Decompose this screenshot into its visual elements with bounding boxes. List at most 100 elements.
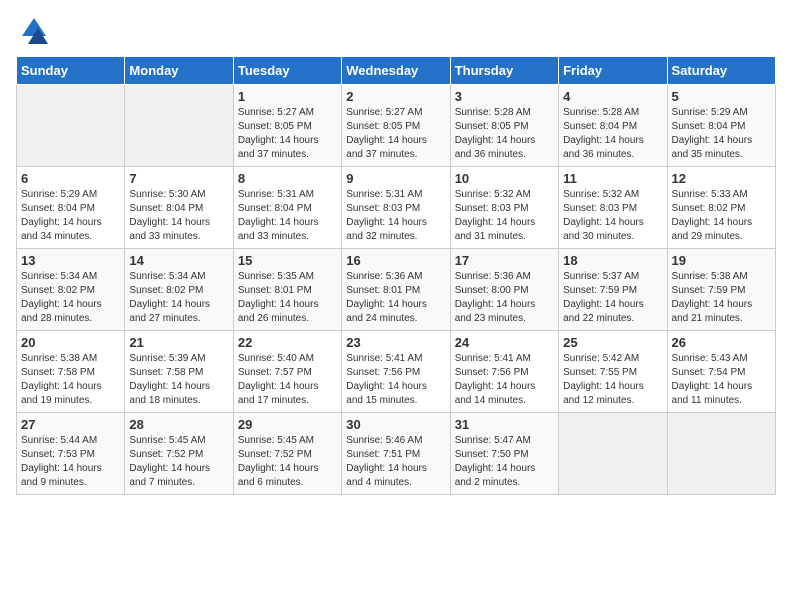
daylight-text: Daylight: 14 hours and 32 minutes. (346, 217, 427, 242)
daylight-text: Daylight: 14 hours and 36 minutes. (563, 135, 644, 160)
sunrise-text: Sunrise: 5:38 AM (21, 353, 97, 364)
calendar-cell: 14 Sunrise: 5:34 AM Sunset: 8:02 PM Dayl… (125, 249, 233, 331)
daylight-text: Daylight: 14 hours and 21 minutes. (672, 299, 753, 324)
day-number: 27 (21, 417, 120, 432)
daylight-text: Daylight: 14 hours and 4 minutes. (346, 463, 427, 488)
calendar-cell: 10 Sunrise: 5:32 AM Sunset: 8:03 PM Dayl… (450, 167, 558, 249)
day-number: 12 (672, 171, 771, 186)
sunrise-text: Sunrise: 5:45 AM (129, 435, 205, 446)
day-info: Sunrise: 5:41 AM Sunset: 7:56 PM Dayligh… (455, 352, 554, 408)
sunrise-text: Sunrise: 5:36 AM (346, 271, 422, 282)
calendar-body: 1 Sunrise: 5:27 AM Sunset: 8:05 PM Dayli… (17, 85, 776, 495)
sunset-text: Sunset: 8:03 PM (455, 203, 529, 214)
day-info: Sunrise: 5:39 AM Sunset: 7:58 PM Dayligh… (129, 352, 228, 408)
day-info: Sunrise: 5:46 AM Sunset: 7:51 PM Dayligh… (346, 434, 445, 490)
calendar-cell (559, 413, 667, 495)
calendar-cell: 4 Sunrise: 5:28 AM Sunset: 8:04 PM Dayli… (559, 85, 667, 167)
logo-icon (20, 16, 48, 44)
sunset-text: Sunset: 8:00 PM (455, 285, 529, 296)
calendar-cell: 3 Sunrise: 5:28 AM Sunset: 8:05 PM Dayli… (450, 85, 558, 167)
sunrise-text: Sunrise: 5:34 AM (21, 271, 97, 282)
sunset-text: Sunset: 8:02 PM (129, 285, 203, 296)
calendar-cell: 16 Sunrise: 5:36 AM Sunset: 8:01 PM Dayl… (342, 249, 450, 331)
sunset-text: Sunset: 7:54 PM (672, 367, 746, 378)
sunrise-text: Sunrise: 5:39 AM (129, 353, 205, 364)
daylight-text: Daylight: 14 hours and 11 minutes. (672, 381, 753, 406)
daylight-text: Daylight: 14 hours and 29 minutes. (672, 217, 753, 242)
calendar-cell: 28 Sunrise: 5:45 AM Sunset: 7:52 PM Dayl… (125, 413, 233, 495)
sunrise-text: Sunrise: 5:42 AM (563, 353, 639, 364)
sunrise-text: Sunrise: 5:47 AM (455, 435, 531, 446)
sunrise-text: Sunrise: 5:41 AM (346, 353, 422, 364)
daylight-text: Daylight: 14 hours and 14 minutes. (455, 381, 536, 406)
daylight-text: Daylight: 14 hours and 12 minutes. (563, 381, 644, 406)
calendar-week-2: 6 Sunrise: 5:29 AM Sunset: 8:04 PM Dayli… (17, 167, 776, 249)
day-number: 31 (455, 417, 554, 432)
sunset-text: Sunset: 8:01 PM (346, 285, 420, 296)
day-number: 14 (129, 253, 228, 268)
calendar-cell: 17 Sunrise: 5:36 AM Sunset: 8:00 PM Dayl… (450, 249, 558, 331)
day-number: 13 (21, 253, 120, 268)
calendar-cell: 23 Sunrise: 5:41 AM Sunset: 7:56 PM Dayl… (342, 331, 450, 413)
weekday-header-monday: Monday (125, 57, 233, 85)
sunset-text: Sunset: 8:05 PM (238, 121, 312, 132)
calendar-cell: 22 Sunrise: 5:40 AM Sunset: 7:57 PM Dayl… (233, 331, 341, 413)
daylight-text: Daylight: 14 hours and 24 minutes. (346, 299, 427, 324)
calendar-cell: 21 Sunrise: 5:39 AM Sunset: 7:58 PM Dayl… (125, 331, 233, 413)
sunrise-text: Sunrise: 5:28 AM (563, 107, 639, 118)
calendar-week-4: 20 Sunrise: 5:38 AM Sunset: 7:58 PM Dayl… (17, 331, 776, 413)
sunset-text: Sunset: 7:58 PM (21, 367, 95, 378)
calendar-table: SundayMondayTuesdayWednesdayThursdayFrid… (16, 56, 776, 495)
day-info: Sunrise: 5:31 AM Sunset: 8:04 PM Dayligh… (238, 188, 337, 244)
day-number: 1 (238, 89, 337, 104)
calendar-cell: 7 Sunrise: 5:30 AM Sunset: 8:04 PM Dayli… (125, 167, 233, 249)
sunrise-text: Sunrise: 5:34 AM (129, 271, 205, 282)
day-number: 23 (346, 335, 445, 350)
day-info: Sunrise: 5:40 AM Sunset: 7:57 PM Dayligh… (238, 352, 337, 408)
sunset-text: Sunset: 7:53 PM (21, 449, 95, 460)
weekday-header-tuesday: Tuesday (233, 57, 341, 85)
day-info: Sunrise: 5:36 AM Sunset: 8:00 PM Dayligh… (455, 270, 554, 326)
calendar-cell: 13 Sunrise: 5:34 AM Sunset: 8:02 PM Dayl… (17, 249, 125, 331)
calendar-cell (17, 85, 125, 167)
calendar-week-3: 13 Sunrise: 5:34 AM Sunset: 8:02 PM Dayl… (17, 249, 776, 331)
day-info: Sunrise: 5:28 AM Sunset: 8:05 PM Dayligh… (455, 106, 554, 162)
day-info: Sunrise: 5:38 AM Sunset: 7:59 PM Dayligh… (672, 270, 771, 326)
calendar-cell: 26 Sunrise: 5:43 AM Sunset: 7:54 PM Dayl… (667, 331, 775, 413)
daylight-text: Daylight: 14 hours and 2 minutes. (455, 463, 536, 488)
sunrise-text: Sunrise: 5:32 AM (563, 189, 639, 200)
sunset-text: Sunset: 8:04 PM (129, 203, 203, 214)
calendar-cell: 20 Sunrise: 5:38 AM Sunset: 7:58 PM Dayl… (17, 331, 125, 413)
calendar-cell: 12 Sunrise: 5:33 AM Sunset: 8:02 PM Dayl… (667, 167, 775, 249)
day-number: 17 (455, 253, 554, 268)
day-info: Sunrise: 5:45 AM Sunset: 7:52 PM Dayligh… (238, 434, 337, 490)
page-header (16, 16, 776, 44)
day-number: 30 (346, 417, 445, 432)
daylight-text: Daylight: 14 hours and 28 minutes. (21, 299, 102, 324)
day-number: 8 (238, 171, 337, 186)
day-number: 22 (238, 335, 337, 350)
sunset-text: Sunset: 7:52 PM (129, 449, 203, 460)
logo (16, 16, 48, 44)
day-number: 4 (563, 89, 662, 104)
sunrise-text: Sunrise: 5:44 AM (21, 435, 97, 446)
day-info: Sunrise: 5:27 AM Sunset: 8:05 PM Dayligh… (238, 106, 337, 162)
day-info: Sunrise: 5:45 AM Sunset: 7:52 PM Dayligh… (129, 434, 228, 490)
sunset-text: Sunset: 7:56 PM (346, 367, 420, 378)
sunset-text: Sunset: 8:03 PM (346, 203, 420, 214)
weekday-header-saturday: Saturday (667, 57, 775, 85)
calendar-cell: 9 Sunrise: 5:31 AM Sunset: 8:03 PM Dayli… (342, 167, 450, 249)
sunset-text: Sunset: 7:56 PM (455, 367, 529, 378)
day-number: 28 (129, 417, 228, 432)
day-number: 10 (455, 171, 554, 186)
sunset-text: Sunset: 8:03 PM (563, 203, 637, 214)
day-info: Sunrise: 5:36 AM Sunset: 8:01 PM Dayligh… (346, 270, 445, 326)
day-number: 5 (672, 89, 771, 104)
day-number: 15 (238, 253, 337, 268)
sunrise-text: Sunrise: 5:41 AM (455, 353, 531, 364)
daylight-text: Daylight: 14 hours and 6 minutes. (238, 463, 319, 488)
sunrise-text: Sunrise: 5:46 AM (346, 435, 422, 446)
sunrise-text: Sunrise: 5:33 AM (672, 189, 748, 200)
day-number: 26 (672, 335, 771, 350)
calendar-cell: 15 Sunrise: 5:35 AM Sunset: 8:01 PM Dayl… (233, 249, 341, 331)
